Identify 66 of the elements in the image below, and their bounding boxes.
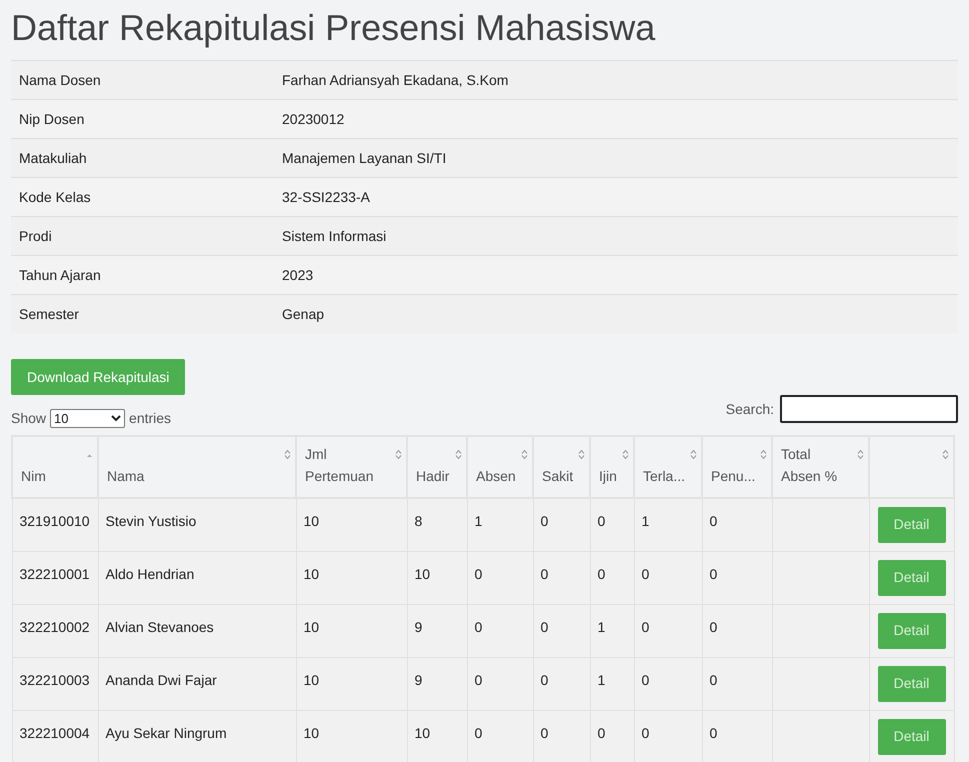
table-cell: Ananda Dwi Fajar	[106, 672, 217, 688]
table-cell: 9	[414, 618, 422, 634]
info-value: Genap	[282, 304, 324, 324]
table-cell: 10	[414, 724, 430, 740]
table-cell: 0	[710, 513, 718, 529]
table-cell: Ayu Sekar Ningrum	[106, 724, 227, 740]
table-cell: 0	[540, 724, 548, 740]
info-label: Kode Kelas	[19, 188, 91, 204]
search-field[interactable]	[780, 395, 958, 423]
table-cell: 10	[304, 618, 320, 634]
table-cell: 0	[598, 513, 606, 529]
info-value: Manajemen Layanan SI/TI	[282, 148, 446, 168]
table-cell: 0	[710, 566, 718, 582]
table-cell: 0	[598, 724, 606, 740]
info-value: Farhan Adriansyah Ekadana, S.Kom	[282, 70, 508, 90]
table-cell: 10	[304, 724, 320, 740]
table-cell: 1	[642, 513, 650, 529]
table-cell: 0	[642, 672, 650, 688]
table-cell: 0	[540, 672, 548, 688]
info-label: Semester	[19, 306, 79, 322]
chevron-down-icon	[111, 415, 122, 422]
table-cell: 0	[474, 566, 482, 582]
table-cell: 0	[474, 618, 482, 634]
table-cell: 322210001	[20, 566, 90, 582]
table-cell: Stevin Yustisio	[106, 513, 196, 529]
info-value: 2023	[282, 266, 314, 284]
table-cell: 10	[414, 566, 430, 582]
table-cell: 0	[710, 724, 718, 740]
table-cell: Aldo Hendrian	[106, 566, 194, 582]
table-cell: 0	[642, 724, 650, 740]
table-cell: 10	[304, 513, 320, 529]
table-cell: 0	[598, 566, 606, 582]
table-cell: 322210002	[20, 618, 90, 634]
entries-label: entries	[129, 409, 172, 428]
table-cell: 9	[414, 672, 422, 688]
entries-select[interactable]: 10	[50, 409, 126, 428]
table-cell: 321910010	[20, 513, 90, 529]
info-label: Tahun Ajaran	[19, 266, 101, 282]
table-cell: 0	[540, 513, 548, 529]
info-value: 20230012	[282, 110, 344, 128]
info-value: Sistem Informasi	[282, 226, 386, 246]
page-title: Daftar Rekapitulasi Presensi Mahasiswa	[11, 6, 656, 50]
table-cell: 0	[642, 618, 650, 634]
table-cell: 322210004	[20, 724, 90, 740]
info-label: Nip Dosen	[19, 110, 84, 126]
table-cell: Alvian Stevanoes	[106, 618, 214, 634]
table-cell: 1	[474, 513, 482, 529]
info-label: Nama Dosen	[19, 72, 101, 88]
table-cell: 0	[540, 618, 548, 634]
table-cell: 0	[710, 618, 718, 634]
table-cell: 8	[414, 513, 422, 529]
search-label: Search:	[726, 400, 774, 418]
table-cell: 0	[642, 566, 650, 582]
table-cell: 322210003	[20, 672, 90, 688]
info-value: 32-SSI2233-A	[282, 188, 370, 206]
table-cell: 0	[474, 724, 482, 740]
table-cell: 0	[540, 566, 548, 582]
table-cell: 10	[304, 672, 320, 688]
table-cell: 0	[710, 672, 718, 688]
info-label: Prodi	[19, 228, 52, 244]
table-cell: 1	[598, 618, 606, 634]
show-label: Show	[11, 409, 46, 428]
table-cell: 10	[304, 566, 320, 582]
table-cell: 0	[474, 672, 482, 688]
table-cell: 1	[598, 672, 606, 688]
info-label: Matakuliah	[19, 150, 87, 166]
